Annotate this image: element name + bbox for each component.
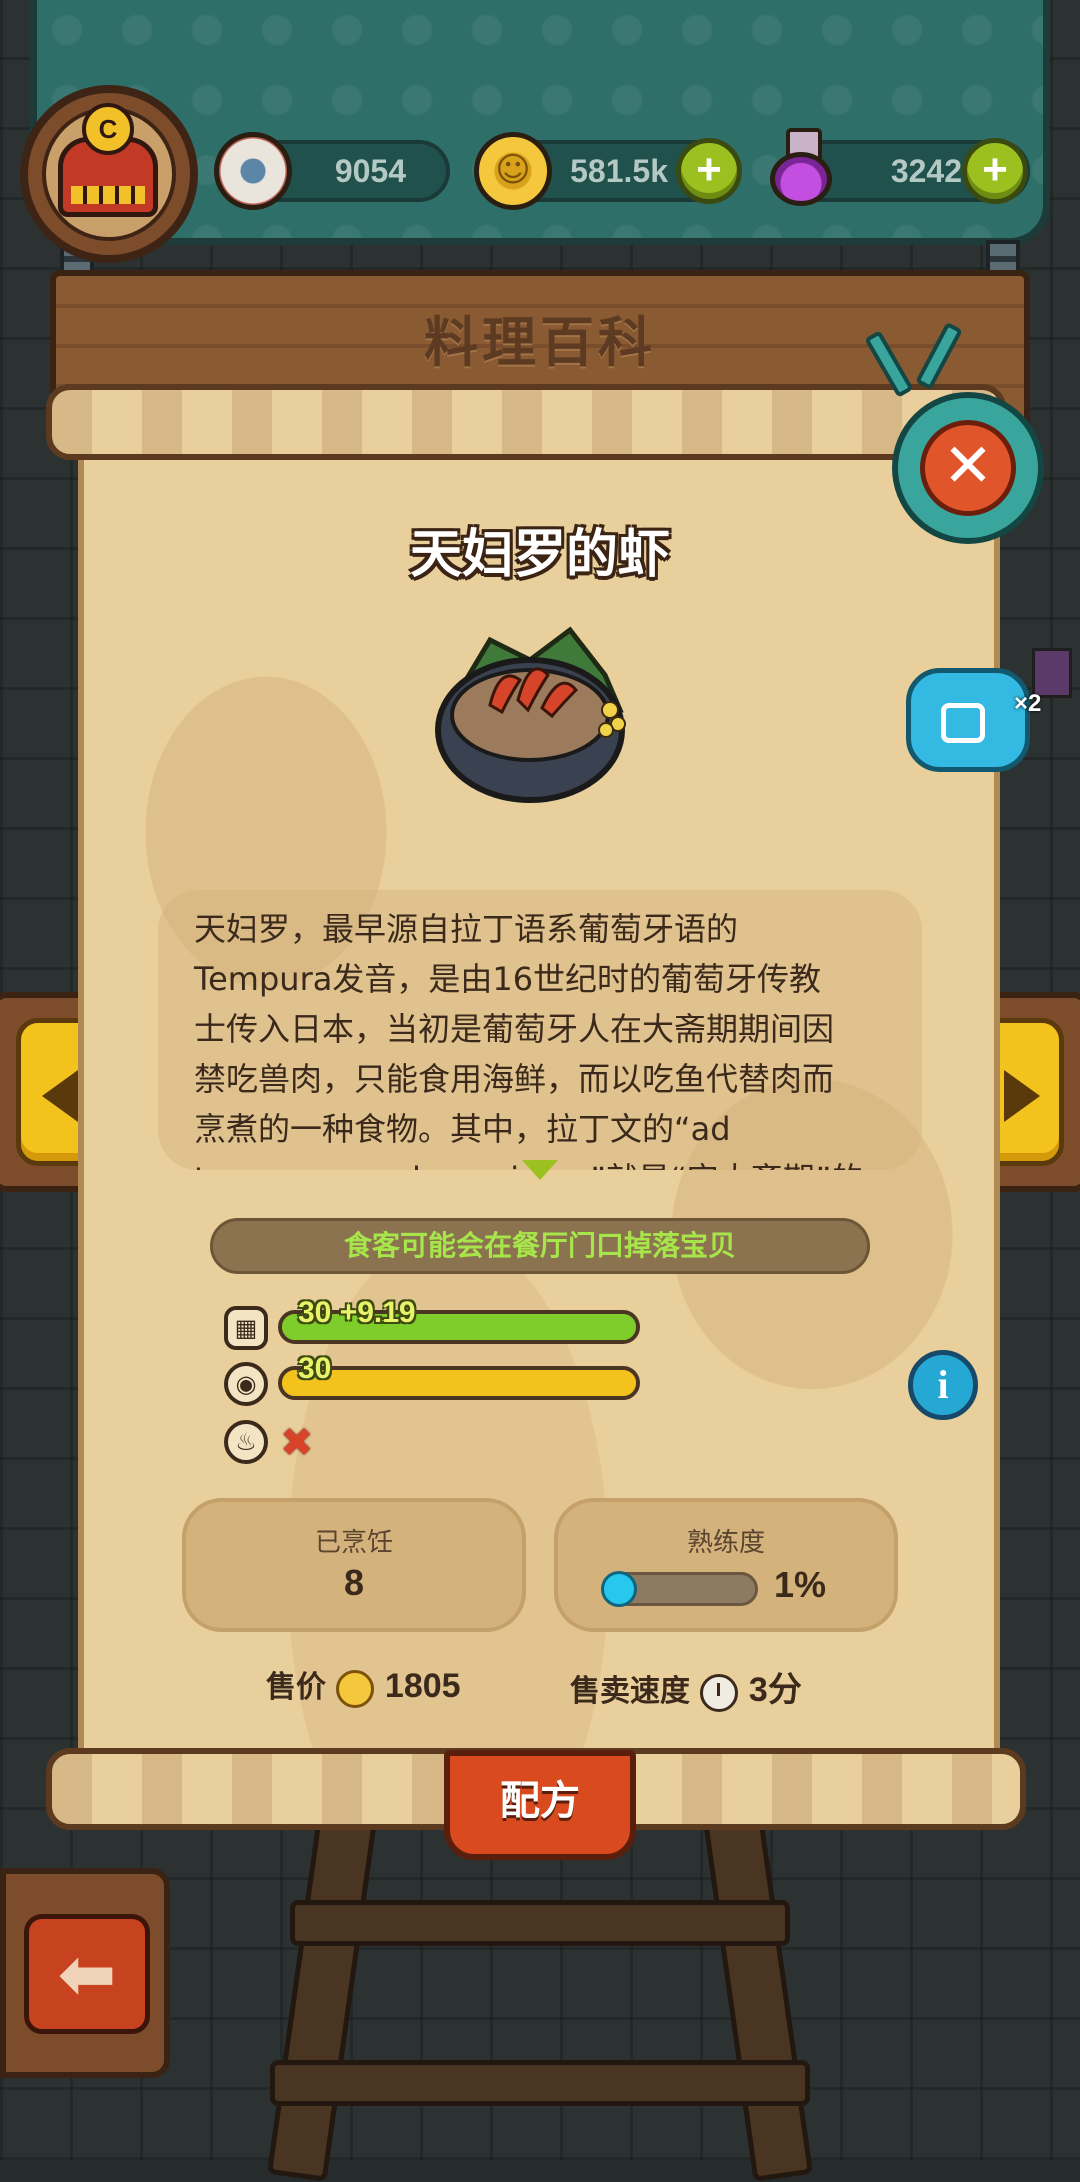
player-avatar[interactable]: C bbox=[20, 85, 198, 263]
potion-icon bbox=[762, 128, 840, 206]
chevron-right-icon bbox=[1004, 1070, 1040, 1122]
cooked-card: 已烹饪 8 bbox=[182, 1498, 526, 1632]
price-row: 售价 1805 bbox=[266, 1662, 461, 1708]
fire-stat-none-icon: ✖ bbox=[280, 1420, 314, 1466]
info-button[interactable]: i bbox=[908, 1350, 978, 1420]
chevron-left-icon bbox=[42, 1070, 78, 1122]
potion-count: 3242 bbox=[890, 153, 962, 189]
mastery-percent: 1% bbox=[774, 1564, 827, 1605]
taste-icon: ▦ bbox=[224, 1306, 268, 1350]
sale-speed-label: 售卖速度 bbox=[570, 1674, 690, 1709]
share-reward-count: ×2 bbox=[1014, 690, 1042, 717]
back-arrow-icon: ⬅ bbox=[24, 1914, 150, 2034]
appearance-value: 30 bbox=[298, 1352, 332, 1385]
dish-description: 天妇罗，最早源自拉丁语系葡萄牙语的 Tempura发音，是由16世纪时的葡萄牙传… bbox=[194, 910, 863, 1170]
scroll-more-arrow-icon[interactable] bbox=[522, 1160, 558, 1180]
appearance-bar-fill bbox=[282, 1370, 636, 1396]
fire-icon: ♨ bbox=[224, 1420, 268, 1464]
mastery-progress-bar bbox=[601, 1571, 758, 1607]
sale-speed-value: 3分 bbox=[748, 1671, 802, 1709]
share-icon bbox=[941, 703, 985, 743]
eyeball-icon bbox=[214, 132, 292, 210]
appearance-bar bbox=[278, 1366, 640, 1400]
cooked-count: 8 bbox=[343, 1562, 365, 1603]
coin-icon bbox=[336, 1669, 375, 1708]
mastery-card: 熟练度 1% bbox=[554, 1498, 898, 1632]
page-title: 料理百科 bbox=[424, 311, 656, 374]
close-button[interactable]: ✕ bbox=[892, 392, 1044, 544]
mastery-label: 熟练度 bbox=[686, 1528, 765, 1558]
back-button[interactable]: ⬅ bbox=[0, 1868, 170, 2078]
easel-crossbar bbox=[270, 2060, 810, 2106]
tempura-shrimp-icon bbox=[435, 626, 626, 803]
easel-crossbar bbox=[290, 1900, 790, 1946]
clock-icon bbox=[700, 1673, 739, 1712]
drop-banner: 食客可能会在餐厅门口掉落宝贝 bbox=[210, 1218, 870, 1274]
add-potions-button[interactable]: + bbox=[962, 138, 1028, 204]
add-coins-button[interactable]: + bbox=[676, 138, 742, 204]
eyeball-count: 9054 bbox=[334, 153, 406, 189]
rank-badge: C bbox=[82, 103, 134, 155]
appearance-eye-icon: ◉ bbox=[224, 1362, 268, 1406]
dish-image bbox=[430, 620, 640, 820]
share-button[interactable] bbox=[906, 668, 1030, 772]
description-box[interactable]: 天妇罗，最早源自拉丁语系葡萄牙语的 Tempura发音，是由16世纪时的葡萄牙传… bbox=[158, 890, 922, 1170]
coin-count: 581.5k bbox=[570, 153, 668, 189]
scroll-top-roll bbox=[46, 384, 1006, 460]
taste-value: 30 +9.19 bbox=[298, 1296, 416, 1329]
price-value: 1805 bbox=[384, 1667, 461, 1705]
cooked-label: 已烹饪 bbox=[314, 1528, 393, 1558]
recipe-button[interactable]: 配方 bbox=[444, 1750, 636, 1860]
price-label: 售价 bbox=[266, 1670, 326, 1705]
close-icon: ✕ bbox=[920, 420, 1016, 516]
mastery-progress-knob bbox=[601, 1571, 637, 1607]
sale-speed-row: 售卖速度 3分 bbox=[570, 1662, 802, 1712]
coin-icon bbox=[474, 132, 552, 210]
